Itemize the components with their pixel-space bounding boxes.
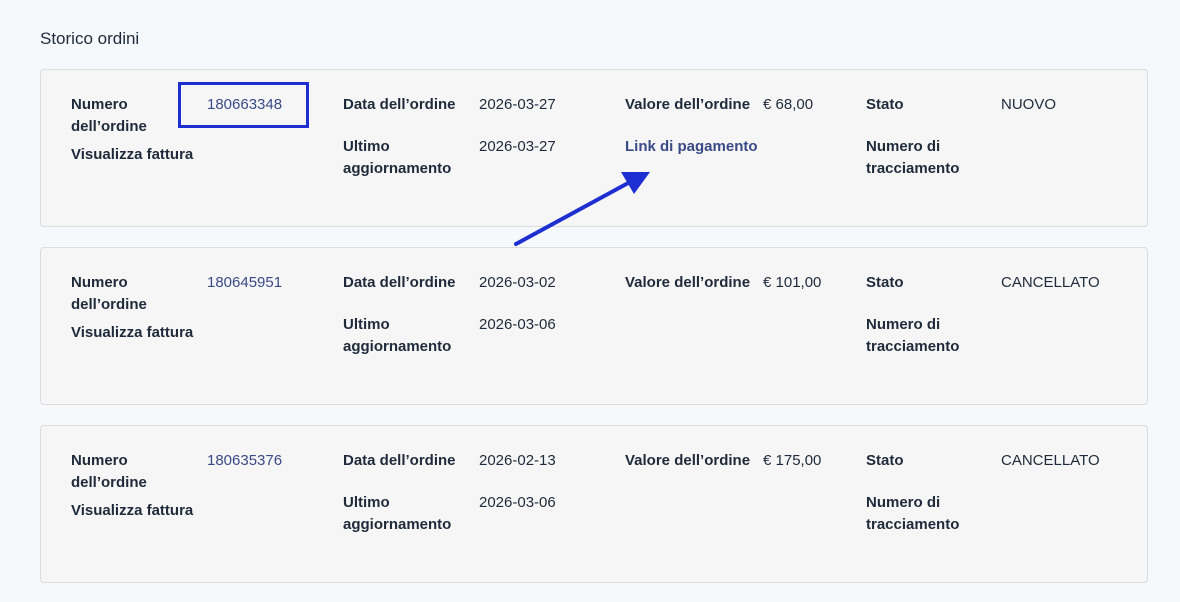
view-invoice-link[interactable]: Visualizza fattura [71, 322, 193, 344]
status-value: CANCELLATO [1001, 452, 1100, 469]
order-number-link[interactable]: 180635376 [207, 450, 282, 472]
order-value-label: Valore dell’ordine [625, 452, 751, 469]
payment-link[interactable]: Link di pagamento [625, 136, 758, 158]
order-number-label: Numero dell’ordine [71, 96, 147, 135]
tracking-number-label: Numero di tracciamento [866, 138, 960, 177]
order-value: € 68,00 [763, 96, 814, 113]
order-date-value: 2026-02-13 [479, 452, 556, 469]
order-date-value: 2026-03-27 [479, 96, 556, 113]
highlight-annotation-box [178, 82, 309, 128]
last-update-label: Ultimo aggiornamento [343, 494, 452, 533]
order-date-label: Data dell’ordine [343, 274, 456, 291]
order-number-link[interactable]: 180645951 [207, 272, 282, 294]
order-card: Numero dell’ordine 180663348 Visualizza … [40, 69, 1148, 227]
status-label: Stato [866, 274, 904, 291]
view-invoice-link[interactable]: Visualizza fattura [71, 500, 193, 522]
view-invoice-link[interactable]: Visualizza fattura [71, 144, 193, 166]
order-date-label: Data dell’ordine [343, 452, 456, 469]
page-title: Storico ordini [40, 29, 140, 48]
last-update-value: 2026-03-06 [479, 316, 556, 333]
order-date-label: Data dell’ordine [343, 96, 456, 113]
status-label: Stato [866, 96, 904, 113]
order-value-label: Valore dell’ordine [625, 96, 751, 113]
last-update-label: Ultimo aggiornamento [343, 138, 452, 177]
last-update-label: Ultimo aggiornamento [343, 316, 452, 355]
tracking-number-label: Numero di tracciamento [866, 316, 960, 355]
order-number-label: Numero dell’ordine [71, 274, 147, 313]
status-value: NUOVO [1001, 96, 1057, 113]
order-date-value: 2026-03-02 [479, 274, 556, 291]
last-update-value: 2026-03-06 [479, 494, 556, 511]
order-card: Numero dell’ordine 180645951 Visualizza … [40, 247, 1148, 405]
status-label: Stato [866, 452, 904, 469]
order-value-label: Valore dell’ordine [625, 274, 751, 291]
last-update-value: 2026-03-27 [479, 138, 556, 155]
order-history-page: Storico ordini Numero dell’ordine 180663… [0, 0, 1180, 602]
order-value: € 175,00 [763, 452, 822, 469]
status-value: CANCELLATO [1001, 274, 1100, 291]
order-value: € 101,00 [763, 274, 822, 291]
tracking-number-label: Numero di tracciamento [866, 494, 960, 533]
order-card: Numero dell’ordine 180635376 Visualizza … [40, 425, 1148, 583]
order-number-label: Numero dell’ordine [71, 452, 147, 491]
